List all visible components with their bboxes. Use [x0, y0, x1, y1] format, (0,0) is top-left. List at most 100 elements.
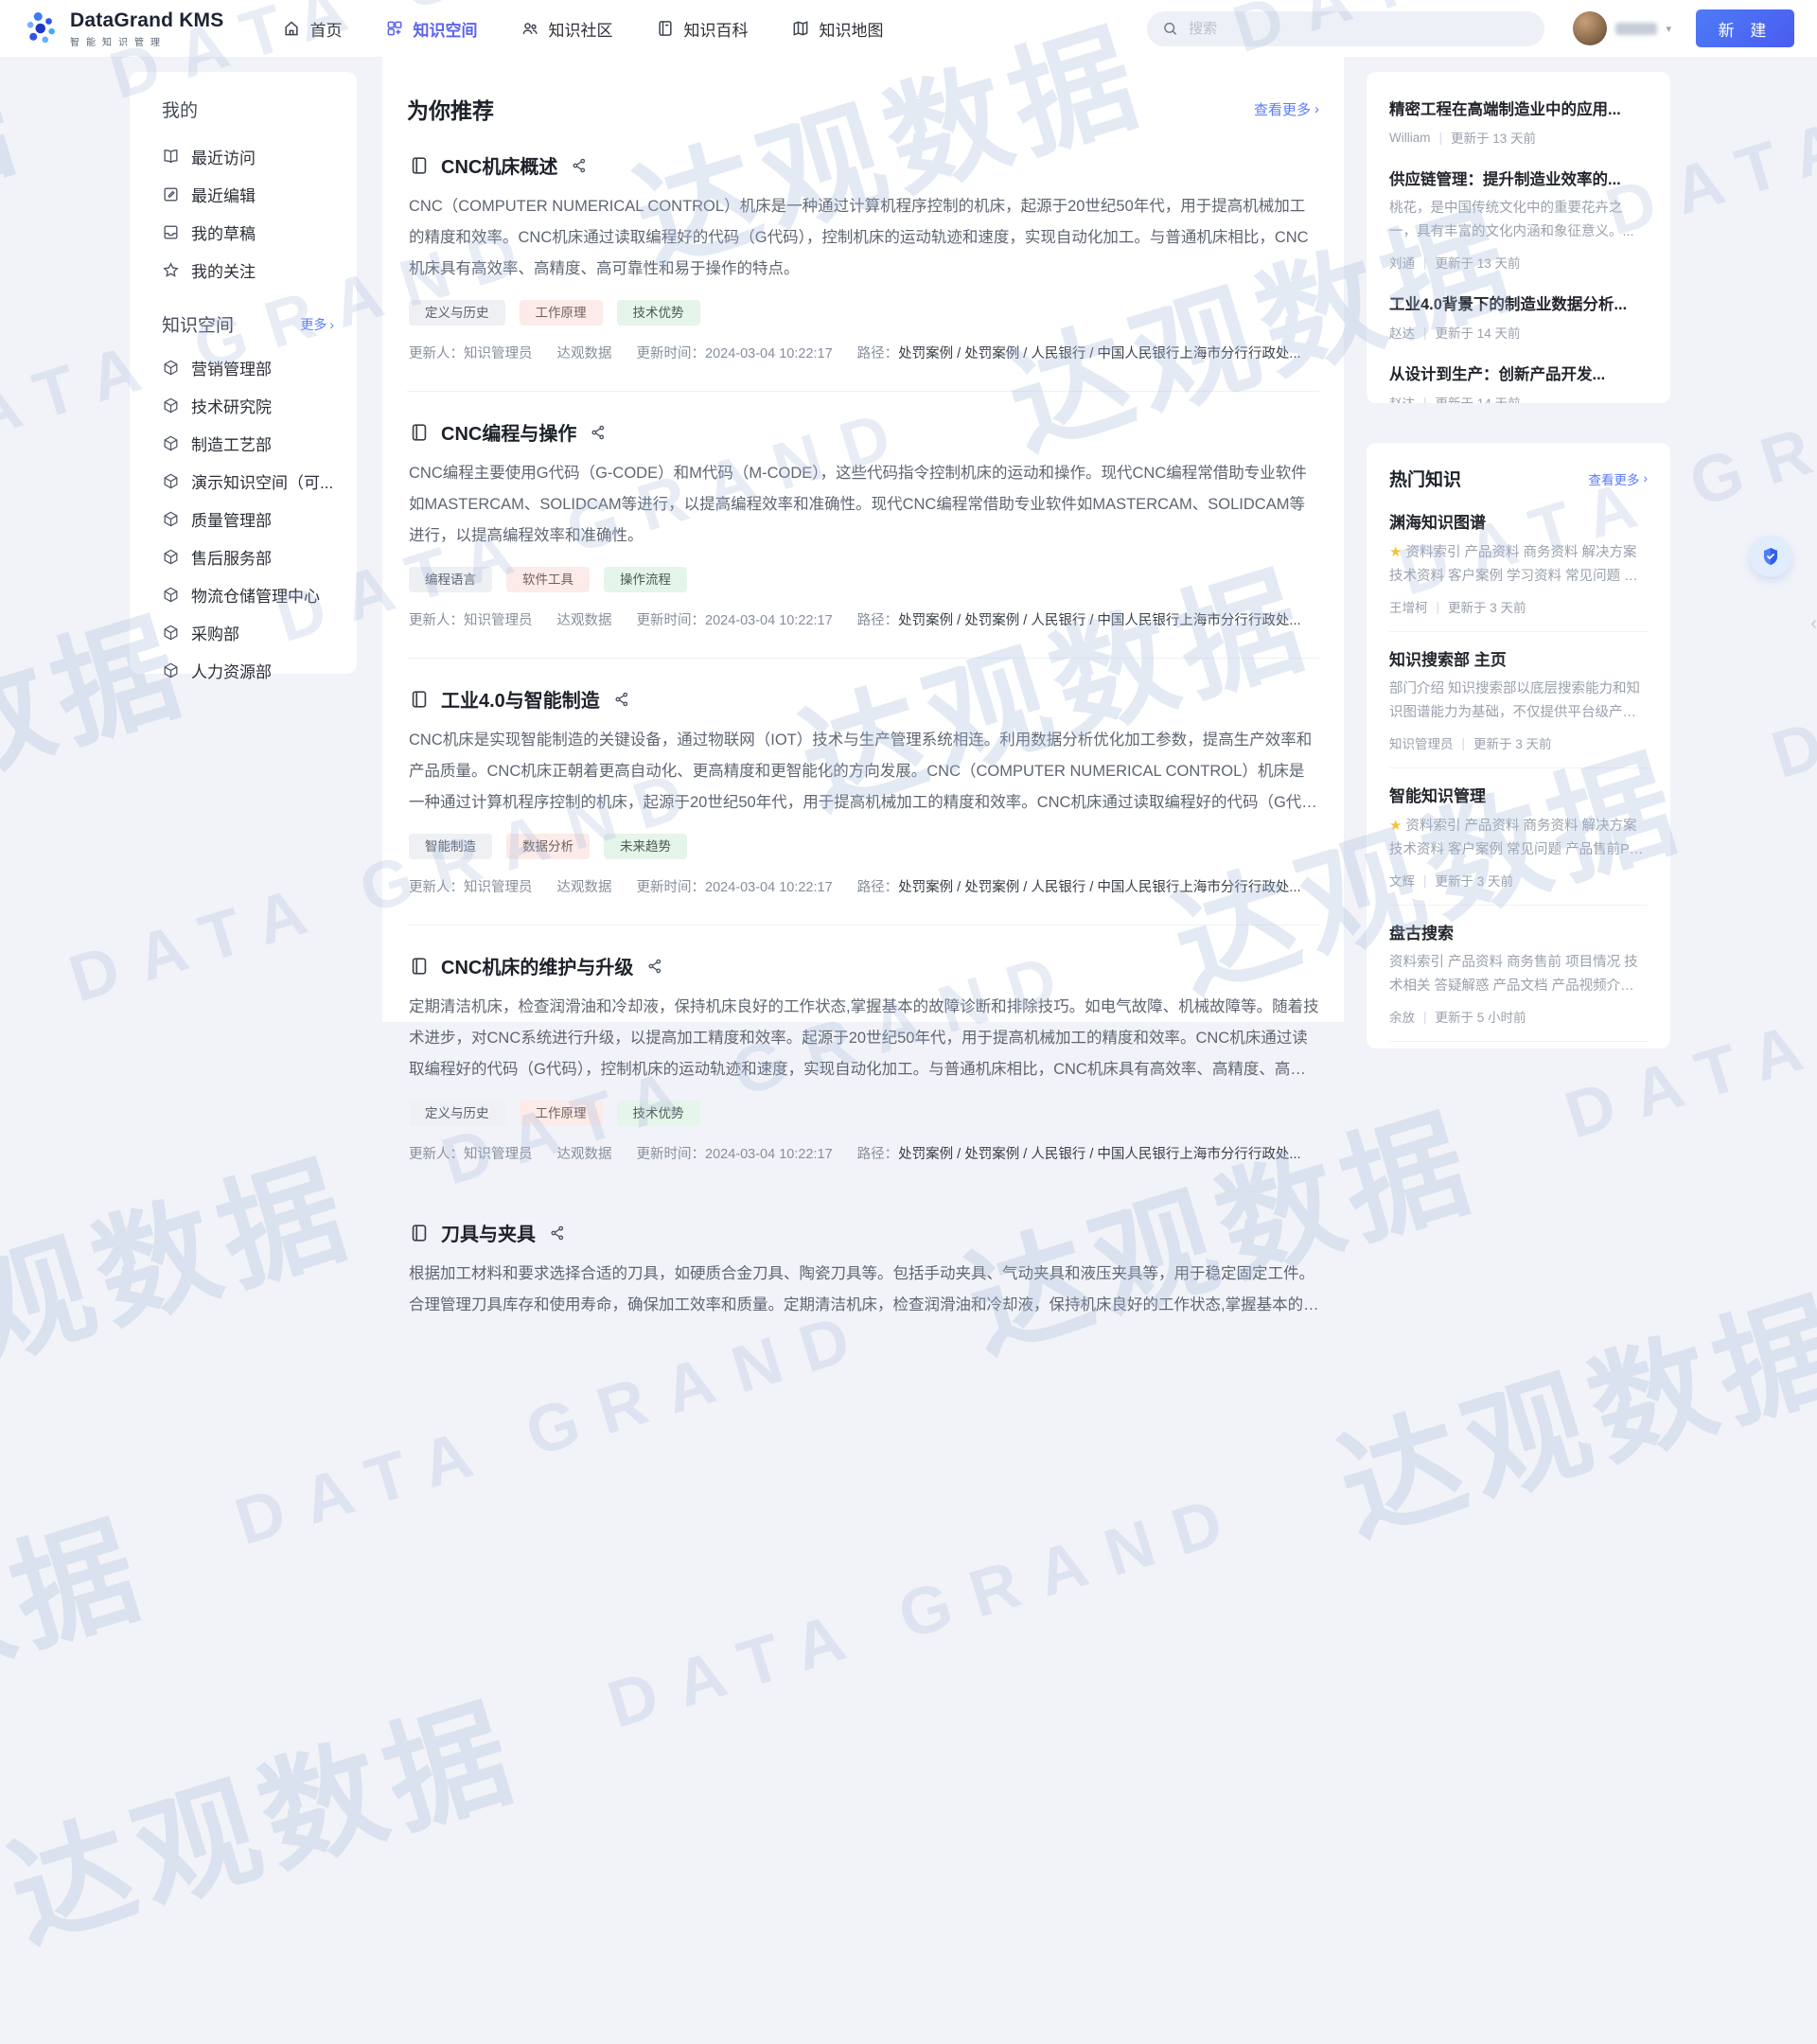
share-icon[interactable] [571, 157, 588, 174]
panel-collapse-arrow[interactable]: ‹ [1810, 613, 1817, 635]
nav-label: 知识地图 [819, 17, 883, 41]
hot-item-title[interactable]: 智能知识管理 [1389, 783, 1648, 806]
nav-knowledge-wiki[interactable]: 知识百科 [656, 17, 748, 41]
star-icon: ★ [1389, 544, 1402, 560]
sidebar-space-item[interactable]: 人力资源部 [162, 651, 357, 689]
article-tag[interactable]: 技术优势 [617, 1101, 700, 1126]
article-tag[interactable]: 技术优势 [617, 300, 700, 326]
feed-item-title[interactable]: 工业4.0背景下的制造业数据分析... [1389, 291, 1648, 314]
sidebar-item-my-drafts[interactable]: 我的草稿 [162, 213, 357, 251]
recommend-view-more-link[interactable]: 查看更多 › [1254, 99, 1319, 119]
sidebar-item-my-follows[interactable]: 我的关注 [162, 251, 357, 289]
feed-item-desc: 桃花，是中国传统文化中的重要花卉之一，具有丰富的文化内涵和象征意义。... [1389, 197, 1648, 244]
avatar[interactable] [1573, 11, 1607, 45]
article-tag[interactable]: 工作原理 [520, 1101, 603, 1126]
article-tag[interactable]: 数据分析 [506, 834, 590, 859]
space-name: 演示知识空间（可... [191, 469, 333, 493]
feed-item-title[interactable]: 精密工程在高端制造业中的应用... [1389, 97, 1648, 119]
hot-item-title[interactable]: 知识搜索部 主页 [1389, 646, 1648, 670]
share-icon[interactable] [590, 424, 607, 441]
feed-item-meta: 刘通 | 更新于 13 天前 [1389, 253, 1648, 272]
article-title[interactable]: CNC编程与操作 [441, 418, 576, 446]
feed-item-title[interactable]: 从设计到生产：创新产品开发... [1389, 361, 1648, 384]
article-description: 定期清洁机床，检查润滑油和冷却液，保持机床良好的工作状态,掌握基本的故障诊断和排… [409, 992, 1319, 1085]
feed-item-title[interactable]: 供应链管理：提升制造业效率的... [1389, 167, 1648, 189]
share-icon[interactable] [646, 958, 663, 975]
meta-path: 路径：处罚案例 / 处罚案例 / 人民银行 / 中国人民银行上海市分行行政处..… [857, 609, 1301, 629]
hot-item-time: 更新于 3 天前 [1436, 871, 1514, 890]
sidebar-item-recent-visited[interactable]: 最近访问 [162, 137, 357, 175]
feed-item-time: 更新于 14 天前 [1436, 393, 1521, 403]
logo[interactable]: DataGrand KMS 智能知识管理 [23, 9, 223, 48]
hot-item-meta: 文辉 | 更新于 3 天前 [1389, 871, 1648, 890]
edit-icon [162, 185, 180, 203]
article-title[interactable]: 工业4.0与智能制造 [441, 685, 600, 713]
space-name: 采购部 [191, 621, 239, 644]
sidebar-item-recent-edited[interactable]: 最近编辑 [162, 175, 357, 213]
sidebar-space-item[interactable]: 营销管理部 [162, 348, 357, 386]
nav-knowledge-map[interactable]: 知识地图 [791, 17, 883, 41]
article-tag[interactable]: 工作原理 [520, 300, 603, 326]
user-area[interactable]: ▾ [1573, 11, 1671, 45]
share-icon[interactable] [613, 691, 630, 708]
hot-item-desc: ★资料索引 产品资料 商务资料 解决方案 技术资料 客户案例 学习资料 常见问题… [1389, 540, 1648, 589]
left-sidebar: 我的 最近访问 最近编辑 我的草稿 我的关注 知识空间 更多 › [130, 72, 357, 674]
hot-item-author: 余放 [1389, 1007, 1415, 1026]
article-tag[interactable]: 智能制造 [409, 834, 492, 859]
article-tag[interactable]: 定义与历史 [409, 1101, 505, 1126]
article-title-row: 刀具与夹具 [409, 1219, 1317, 1246]
article-tag[interactable]: 编程语言 [409, 567, 492, 592]
separator: | [1423, 326, 1427, 340]
hot-view-more-link[interactable]: 查看更多 › [1589, 469, 1649, 488]
user-name-redacted [1615, 23, 1657, 35]
article-tag[interactable]: 未来趋势 [604, 834, 687, 859]
assistant-button[interactable] [1750, 536, 1791, 577]
spaces-section-title: 知识空间 [162, 311, 234, 337]
article-title-row: CNC机床的维护与升级 [409, 952, 1317, 979]
feed-item-author: 赵达 [1389, 393, 1415, 403]
article-title[interactable]: CNC机床的维护与升级 [441, 952, 633, 979]
sidebar-space-item[interactable]: 采购部 [162, 613, 357, 651]
nav-knowledge-community[interactable]: 知识社区 [520, 17, 612, 41]
spaces-more-link[interactable]: 更多 › [300, 315, 334, 334]
cube-icon [162, 359, 180, 377]
search-input[interactable] [1189, 21, 1529, 37]
sidebar-space-item[interactable]: 物流仓储管理中心 [162, 575, 357, 613]
logo-icon [23, 9, 61, 47]
new-button[interactable]: 新 建 [1696, 9, 1794, 47]
hot-header: 热门知识 查看更多 › [1389, 466, 1648, 491]
home-icon [282, 19, 301, 38]
meta-updater: 更新人：知识管理员 [409, 876, 533, 896]
cube-icon [162, 434, 180, 452]
space-name: 技术研究院 [191, 394, 272, 417]
article-tag[interactable]: 定义与历史 [409, 300, 505, 326]
nav-home[interactable]: 首页 [282, 17, 342, 41]
feed-item-author: 刘通 [1389, 253, 1415, 272]
sidebar-space-item[interactable]: 制造工艺部 [162, 424, 357, 462]
article-title[interactable]: CNC机床概述 [441, 151, 557, 179]
meta-updater: 更新人：知识管理员 [409, 343, 533, 362]
spaces-section-header: 知识空间 更多 › [162, 311, 334, 337]
space-name: 人力资源部 [191, 659, 272, 682]
star-icon [162, 261, 180, 279]
article-tag[interactable]: 软件工具 [506, 567, 590, 592]
feed-item-author: 赵达 [1389, 323, 1415, 342]
sidebar-space-item[interactable]: 质量管理部 [162, 500, 357, 537]
hot-item-title[interactable]: 渊海知识图谱 [1389, 509, 1648, 533]
search-box[interactable] [1147, 11, 1544, 46]
document-icon [409, 422, 430, 443]
feed-item-time: 更新于 13 天前 [1451, 128, 1536, 147]
sidebar-space-item[interactable]: 技术研究院 [162, 386, 357, 424]
nav-knowledge-space[interactable]: 知识空间 [385, 17, 477, 41]
sidebar-space-item[interactable]: 售后服务部 [162, 537, 357, 575]
article-tag[interactable]: 操作流程 [604, 567, 687, 592]
article-title[interactable]: 刀具与夹具 [441, 1219, 536, 1246]
assistant-shield-icon [1759, 545, 1782, 568]
sidebar-space-item[interactable]: 演示知识空间（可... [162, 462, 357, 500]
hot-item-title[interactable]: 盘古搜索 [1389, 920, 1648, 943]
meta-time: 更新时间：2024-03-04 10:22:17 [637, 1143, 833, 1163]
watermark-text-cn: 达观数据 [0, 25, 39, 344]
article-tags: 定义与历史工作原理技术优势 [409, 300, 1317, 326]
share-icon[interactable] [549, 1225, 566, 1242]
separator: | [1423, 396, 1427, 404]
